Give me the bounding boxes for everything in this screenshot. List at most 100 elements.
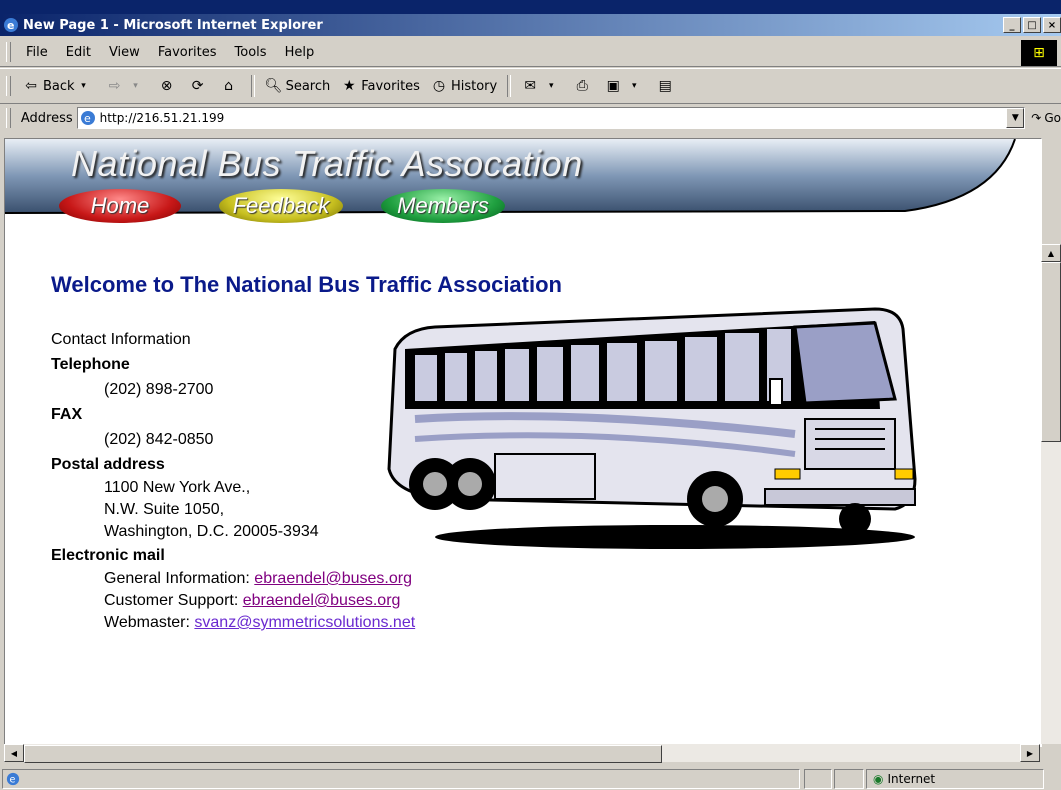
menu-tools[interactable]: Tools <box>226 45 276 60</box>
print-icon: ⎙ <box>576 78 588 94</box>
fax-value: (202) 842-0850 <box>104 431 214 448</box>
dropdown-arrow-icon: ▾ <box>133 81 138 91</box>
status-main-pane: e <box>2 769 800 789</box>
postal-line-2: N.W. Suite 1050, <box>104 501 225 518</box>
menu-favorites[interactable]: Favorites <box>149 45 226 60</box>
menu-edit[interactable]: Edit <box>57 45 100 60</box>
status-pane-2 <box>834 769 864 789</box>
address-bar: Address e http://216.51.21.199 ▼ ↷ Go <box>0 104 1061 132</box>
scroll-left-button[interactable]: ◀ <box>4 744 24 762</box>
postal-label: Postal address <box>51 456 165 473</box>
minimize-button[interactable]: _ <box>1003 17 1021 33</box>
go-label: Go <box>1044 111 1061 125</box>
scroll-right-button[interactable]: ▶ <box>1020 744 1040 762</box>
search-icon: 🔍︎ <box>264 78 283 94</box>
mail-button[interactable]: ✉ ▾ <box>516 77 568 95</box>
forward-arrow-icon: ⇨ <box>108 78 121 94</box>
go-arrow-icon: ↷ <box>1031 111 1042 125</box>
dropdown-arrow-icon: ▾ <box>81 81 86 91</box>
bus-illustration <box>387 307 917 549</box>
horizontal-scroll-thumb[interactable] <box>24 745 662 763</box>
maximize-button[interactable]: □ <box>1023 17 1041 33</box>
zone-label: Internet <box>887 772 936 786</box>
webmaster-email-link[interactable]: svanz@symmetricsolutions.net <box>194 614 415 631</box>
vertical-scroll-thumb[interactable] <box>1041 262 1061 442</box>
status-bar: e ◉ Internet <box>0 766 1061 790</box>
home-button[interactable]: ⌂ <box>215 77 246 95</box>
nav-members-button[interactable]: Members <box>381 189 505 223</box>
search-button[interactable]: 🔍︎ Search <box>260 77 336 95</box>
refresh-button[interactable]: ⟳ <box>184 77 215 95</box>
edit-button[interactable]: ▣ ▾ <box>599 77 651 95</box>
page-viewport: National Bus Traffic Assocation Home Fee… <box>4 138 1042 747</box>
support-email-link[interactable]: ebraendel@buses.org <box>243 592 401 609</box>
support-row: Customer Support: ebraendel@buses.org <box>51 590 415 612</box>
address-dropdown-button[interactable]: ▼ <box>1006 108 1025 128</box>
address-input[interactable]: e http://216.51.21.199 ▼ <box>76 107 1026 129</box>
menu-help[interactable]: Help <box>276 45 324 60</box>
scroll-up-button[interactable]: ▲ <box>1041 244 1061 262</box>
site-banner: National Bus Traffic Assocation Home Fee… <box>5 139 1041 223</box>
close-button[interactable]: × <box>1043 17 1061 33</box>
address-url: http://216.51.21.199 <box>99 111 225 125</box>
title-bar[interactable]: e New Page 1 - Microsoft Internet Explor… <box>0 14 1061 36</box>
stop-button[interactable]: ⊗ <box>153 77 184 95</box>
discuss-icon: ▤ <box>658 78 672 94</box>
vertical-scrollbar[interactable]: ▲ <box>1041 244 1061 744</box>
favorites-label: Favorites <box>361 78 420 94</box>
dropdown-arrow-icon: ▾ <box>548 81 554 91</box>
toolbar-separator <box>507 75 512 97</box>
menu-view[interactable]: View <box>100 45 149 60</box>
status-pane-1 <box>804 769 832 789</box>
site-title: National Bus Traffic Assocation <box>71 143 583 184</box>
page-status-icon: e <box>6 772 20 786</box>
browser-window: e New Page 1 - Microsoft Internet Explor… <box>0 0 1061 790</box>
telephone-value: (202) 898-2700 <box>104 381 214 398</box>
mail-icon: ✉ <box>524 78 537 94</box>
email-label: Electronic mail <box>51 547 165 564</box>
general-info-row: General Information: ebraendel@buses.org <box>51 568 415 590</box>
favorites-icon: ★ <box>342 78 356 94</box>
telephone-label: Telephone <box>51 356 130 373</box>
postal-line-3: Washington, D.C. 20005-3934 <box>104 523 319 540</box>
dropdown-arrow-icon: ▾ <box>631 81 637 91</box>
ie-icon: e <box>4 18 18 32</box>
svg-text:e: e <box>84 112 91 125</box>
internet-globe-icon: ◉ <box>873 772 884 786</box>
page-icon: e <box>80 111 95 125</box>
toolbar-grip <box>6 76 11 96</box>
nav-home-button[interactable]: Home <box>59 189 181 223</box>
menu-grip <box>6 42 11 62</box>
go-button[interactable]: ↷ Go <box>1031 111 1061 125</box>
status-zone-pane: ◉ Internet <box>866 769 1044 789</box>
postal-line-1: 1100 New York Ave., <box>104 479 251 496</box>
contact-heading: Contact Information <box>51 331 191 348</box>
svg-text:e: e <box>10 775 16 786</box>
address-label: Address <box>20 110 73 126</box>
refresh-icon: ⟳ <box>191 78 204 94</box>
forward-button[interactable]: ⇨ ▾ <box>101 77 153 95</box>
nav-feedback-button[interactable]: Feedback <box>219 189 343 223</box>
home-icon: ⌂ <box>224 78 233 94</box>
history-icon: ◷ <box>432 78 446 94</box>
support-label: Customer Support: <box>104 592 243 609</box>
webmaster-row: Webmaster: svanz@symmetricsolutions.net <box>51 612 415 634</box>
back-button[interactable]: ⇦ Back ▾ <box>17 77 101 95</box>
address-grip <box>6 108 11 128</box>
nav-members-label: Members <box>397 193 489 218</box>
general-info-email-link[interactable]: ebraendel@buses.org <box>254 570 412 587</box>
search-label: Search <box>285 78 331 94</box>
menu-file[interactable]: File <box>17 45 57 60</box>
stop-icon: ⊗ <box>160 78 173 94</box>
welcome-heading: Welcome to The National Bus Traffic Asso… <box>51 272 562 297</box>
general-info-label: General Information: <box>104 570 255 587</box>
favorites-button[interactable]: ★ Favorites <box>335 77 425 95</box>
history-button[interactable]: ◷ History <box>425 77 502 95</box>
horizontal-scrollbar[interactable]: ◀ ▶ <box>4 744 1040 763</box>
print-button[interactable]: ⎙ <box>568 77 599 95</box>
nav-feedback-label: Feedback <box>232 193 330 218</box>
discuss-button[interactable]: ▤ <box>651 77 682 95</box>
webmaster-label: Webmaster: <box>104 614 195 631</box>
standard-toolbar: ⇦ Back ▾ ⇨ ▾ ⊗ ⟳ ⌂ 🔍︎ Search ★ Favorites ◷ His… <box>0 68 1061 104</box>
fax-label: FAX <box>51 406 83 423</box>
